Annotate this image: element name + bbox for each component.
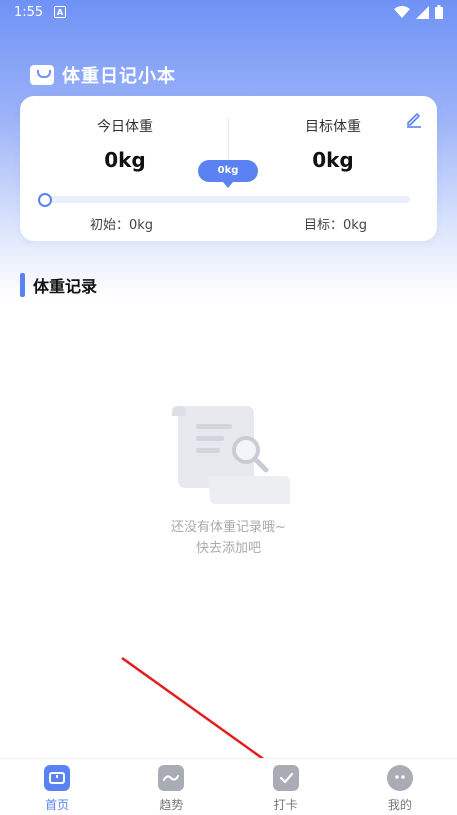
status-icons xyxy=(394,5,443,19)
empty-message-line2: 快去添加吧 xyxy=(195,541,261,556)
target-weight-label: 目标体重 xyxy=(305,119,361,135)
card-divider xyxy=(228,118,229,164)
progress-track xyxy=(40,196,410,203)
progress-knob xyxy=(38,193,52,207)
target-weight-value: 0kg xyxy=(312,148,354,172)
initial-weight-text: 初始：0kg xyxy=(90,218,154,233)
nav-label-checkin: 打卡 xyxy=(273,798,298,812)
nav-item-profile[interactable]: 我的 xyxy=(343,759,457,815)
bottom-nav: 首页 趋势 打卡 我的 xyxy=(0,758,457,815)
edit-icon[interactable] xyxy=(405,110,423,128)
profile-icon xyxy=(386,765,413,791)
today-weight-value: 0kg xyxy=(104,148,146,172)
app-header: 体重日记小本 xyxy=(30,62,176,88)
status-bar: 1:55 A xyxy=(0,0,457,26)
scale-logo-icon xyxy=(30,65,54,85)
target-weight-block: 目标体重 0kg xyxy=(233,116,433,172)
wifi-icon xyxy=(394,5,410,18)
nav-label-trend: 趋势 xyxy=(159,798,184,812)
empty-message-line1: 还没有体重记录哦~ xyxy=(171,520,286,535)
empty-document-icon xyxy=(172,406,290,504)
progress-bubble: 0kg xyxy=(198,160,258,188)
today-weight-block: 今日体重 0kg xyxy=(25,116,225,172)
nav-item-home[interactable]: 首页 xyxy=(0,759,114,815)
today-weight-label: 今日体重 xyxy=(97,119,153,135)
goal-weight-text: 目标：0kg xyxy=(303,218,367,233)
empty-state-message: 还没有体重记录哦~ 快去添加吧 xyxy=(0,517,457,559)
battery-icon xyxy=(435,5,443,19)
section-accent-bar xyxy=(20,273,25,297)
notification-icon: A xyxy=(54,6,66,18)
app-title: 体重日记小本 xyxy=(62,66,176,87)
nav-item-trend[interactable]: 趋势 xyxy=(114,759,228,815)
checkin-icon xyxy=(272,765,299,791)
signal-icon xyxy=(416,5,429,19)
nav-item-checkin[interactable]: 打卡 xyxy=(229,759,343,815)
nav-label-profile: 我的 xyxy=(387,798,412,812)
records-section-header: 体重记录 xyxy=(20,273,97,297)
status-time: 1:55 xyxy=(14,5,44,20)
trend-icon xyxy=(158,765,185,791)
nav-label-home: 首页 xyxy=(45,798,70,812)
weight-summary-card: 今日体重 0kg 目标体重 0kg 0kg 初始：0kg 目标：0kg xyxy=(20,96,437,241)
records-section-title: 体重记录 xyxy=(33,277,98,296)
scale-icon xyxy=(44,765,71,791)
